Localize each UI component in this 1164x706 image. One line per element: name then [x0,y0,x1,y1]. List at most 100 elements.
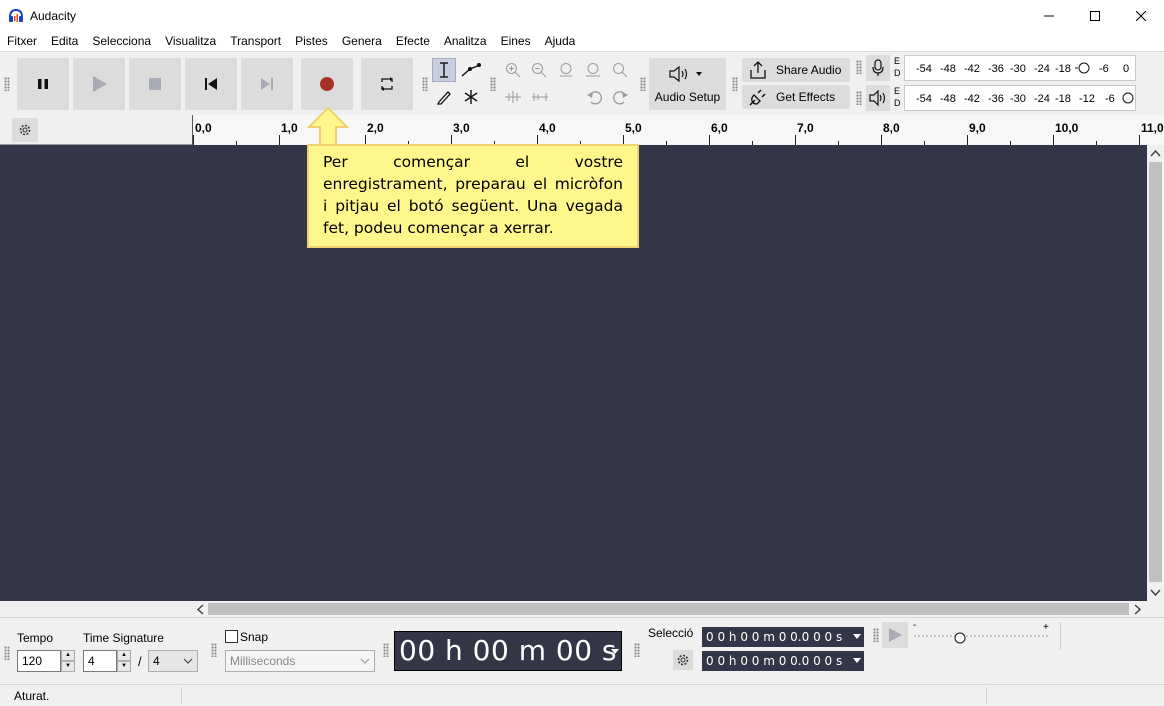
menu-efecte[interactable]: Efecte [389,31,437,51]
menu-fitxer[interactable]: Fitxer [0,31,44,51]
time-signature-grip[interactable] [4,646,10,660]
chevron-down-icon[interactable] [853,658,861,664]
get-effects-label: Get Effects [776,90,836,104]
menu-ajuda[interactable]: Ajuda [538,31,583,51]
vertical-scroll-thumb[interactable] [1149,162,1162,582]
time-format-dropdown-icon[interactable] [611,649,619,655]
selection-settings-button[interactable] [673,650,693,670]
ruler-tick-label: 3,0 [453,121,470,135]
share-audio-button[interactable]: Share Audio [742,58,850,82]
snap-grip[interactable] [211,643,217,657]
transport-toolbar-grip[interactable] [4,77,10,91]
zoom-in-button[interactable] [501,58,525,82]
loop-button[interactable] [361,58,413,110]
redo-button[interactable] [609,85,633,109]
scroll-left-icon[interactable] [196,604,204,615]
tools-toolbar-grip[interactable] [422,77,428,91]
time-display-grip[interactable] [383,643,389,657]
selection-grip[interactable] [634,643,640,657]
menu-pistes[interactable]: Pistes [288,31,335,51]
tooltip-arrow-icon [307,106,349,148]
menu-genera[interactable]: Genera [335,31,389,51]
zoom-out-button[interactable] [527,58,551,82]
selection-label: Selecció [648,626,694,640]
timeline-settings-button[interactable] [12,118,38,142]
menu-transport[interactable]: Transport [223,31,288,51]
selection-start-time[interactable]: 0 0 h 0 0 m 0 0.0 0 0 s [702,627,864,647]
audio-setup-button[interactable]: Audio Setup [649,58,726,110]
ruler-major-tick [967,135,968,145]
loop-icon [381,77,393,91]
envelope-tool-button[interactable] [459,58,483,82]
tempo-stepper[interactable]: ▲ ▼ [61,650,75,672]
record-meter-scale[interactable]: -54 -48 -42 -36 -30 -24 -18 -6 0 [904,55,1136,81]
zoom-fit-icon [586,63,600,77]
selection-tool-button[interactable] [432,58,456,82]
playback-meter[interactable]: ED -54 -48 -42 -36 -30 -24 -18 -12 -6 [866,85,1138,111]
time-signature-denominator[interactable]: 4 [148,650,198,672]
playback-meter-button[interactable] [866,85,890,111]
record-meter-grip[interactable] [856,60,862,74]
maximize-button[interactable] [1072,0,1118,31]
record-meter-button[interactable] [866,55,890,81]
scroll-right-icon[interactable] [1134,604,1142,615]
menu-analitza[interactable]: Analitza [437,31,494,51]
fit-selection-button[interactable] [554,58,578,82]
play-at-speed-grip[interactable] [873,628,879,642]
ruler-major-tick [193,135,194,145]
recording-tooltip: Per començar el vostre enregistrament, p… [307,144,639,248]
draw-tool-button[interactable] [432,85,456,109]
audacity-logo-icon [9,8,23,22]
chevron-down-icon [360,658,370,664]
play-meter-grip[interactable] [856,91,862,105]
edit-toolbar-grip[interactable] [490,77,496,91]
ruler-tick-label: 11,0 [1141,121,1164,135]
playback-meter-scale[interactable]: -54 -48 -42 -36 -30 -24 -18 -12 -6 [904,85,1136,111]
record-meter[interactable]: ED -54 -48 -42 -36 -30 -24 -18 -6 0 [866,55,1138,81]
stop-button[interactable] [129,58,181,110]
audio-setup-toolbar-grip[interactable] [640,77,646,91]
playback-level-slider-icon[interactable] [1121,91,1137,105]
menu-selecciona[interactable]: Selecciona [85,31,158,51]
play-button[interactable] [73,58,125,110]
scroll-down-icon[interactable] [1150,589,1161,597]
skip-to-start-button[interactable] [185,58,237,110]
ruler-tick-label: 5,0 [625,121,642,135]
horizontal-scroll-thumb[interactable] [208,603,1129,615]
close-button[interactable] [1118,0,1164,31]
share-audio-label: Share Audio [776,63,842,77]
scroll-up-icon[interactable] [1150,149,1161,157]
fit-project-button[interactable] [581,58,605,82]
trim-button[interactable] [501,85,525,109]
minimize-button[interactable] [1026,0,1072,31]
playback-speed-slider[interactable] [912,628,1052,644]
title-bar: Audacity [0,0,1164,31]
get-effects-button[interactable]: Get Effects [742,85,850,109]
multi-tool-button[interactable] [459,85,483,109]
tempo-input[interactable]: 120 [17,650,61,672]
vertical-scrollbar[interactable] [1147,145,1164,601]
time-display[interactable]: 00 h 00 m 00 s [394,631,622,671]
gear-icon [19,124,31,136]
snap-checkbox[interactable] [225,630,238,643]
time-signature-numerator[interactable]: 4 [83,650,117,672]
menu-eines[interactable]: Eines [494,31,538,51]
record-button[interactable] [301,58,353,110]
ruler-major-tick [709,135,710,145]
skip-to-end-button[interactable] [241,58,293,110]
selection-end-time[interactable]: 0 0 h 0 0 m 0 0.0 0 0 s [702,651,864,671]
menu-visualitza[interactable]: Visualitza [158,31,223,51]
menu-edita[interactable]: Edita [44,31,85,51]
numerator-stepper[interactable]: ▲ ▼ [117,650,131,672]
snap-unit-select[interactable]: Milliseconds [225,650,375,672]
chevron-down-icon[interactable] [853,634,861,640]
share-toolbar-grip[interactable] [732,77,738,91]
horizontal-scrollbar[interactable] [192,601,1147,617]
ruler-major-tick [1139,135,1140,145]
zoom-toggle-button[interactable] [608,58,632,82]
play-at-speed-button[interactable] [882,622,908,648]
silence-button[interactable] [528,85,552,109]
undo-button[interactable] [582,85,606,109]
record-level-slider-icon[interactable] [1075,61,1091,75]
pause-button[interactable] [17,58,69,110]
